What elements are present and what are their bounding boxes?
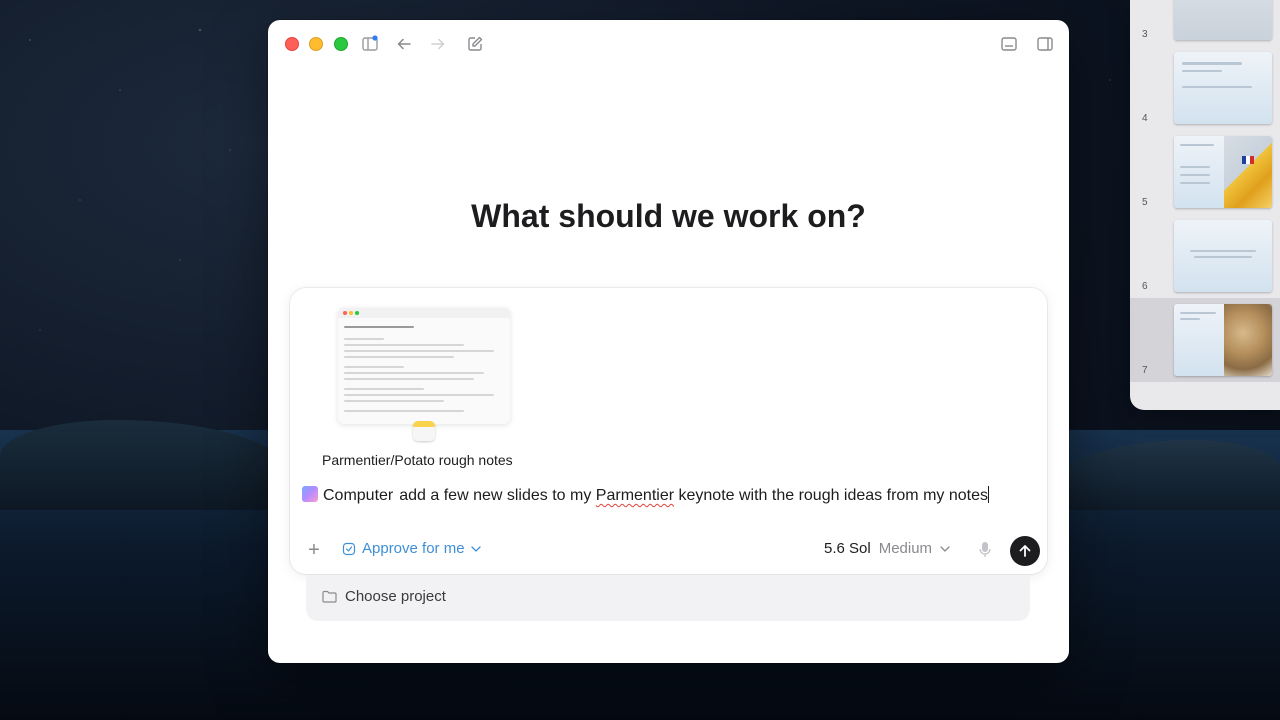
approval-mode-dropdown[interactable]: Approve for me	[342, 540, 481, 557]
prompt-input[interactable]: Computer add a few new slides to my Parme…	[302, 485, 1032, 506]
slide-number: 3	[1142, 29, 1148, 40]
forward-arrow-icon[interactable]	[428, 34, 448, 54]
back-arrow-icon[interactable]	[394, 34, 414, 54]
slide-thumbnail-row-selected[interactable]: 7	[1130, 298, 1280, 382]
reasoning-effort: Medium	[878, 540, 933, 557]
computer-agent-icon	[302, 486, 318, 502]
send-button[interactable]	[1010, 536, 1040, 566]
slide-thumbnail[interactable]	[1174, 220, 1272, 292]
microphone-icon[interactable]	[978, 541, 992, 559]
approval-mode-label: Approve for me	[362, 540, 465, 557]
add-attachment-button[interactable]: +	[304, 540, 324, 560]
folder-icon	[322, 590, 337, 603]
slide-number: 6	[1142, 281, 1148, 292]
compose-icon[interactable]	[465, 34, 485, 54]
model-name: 5.6 Sol	[824, 540, 871, 557]
agent-chip[interactable]: Computer	[323, 487, 393, 504]
close-window-button[interactable]	[285, 37, 299, 51]
slide-thumbnail-row[interactable]: 3	[1130, 0, 1280, 46]
slide-thumbnail-row[interactable]: 6	[1130, 214, 1280, 298]
attachment-preview[interactable]	[338, 308, 510, 424]
slide-number: 5	[1142, 197, 1148, 208]
french-flag-icon	[1242, 156, 1254, 164]
slide-thumbnail-row[interactable]: 4	[1130, 46, 1280, 130]
sidebar-icon[interactable]	[360, 34, 380, 54]
slide-thumbnail[interactable]	[1174, 304, 1272, 376]
minimize-panel-icon[interactable]	[999, 34, 1019, 54]
shield-icon	[342, 542, 356, 555]
model-selector[interactable]: 5.6 Sol Medium	[824, 540, 950, 557]
attachment-title: Parmentier/Potato rough notes	[322, 452, 513, 468]
chevron-down-icon	[940, 545, 950, 552]
choose-project-button[interactable]: Choose project	[322, 588, 446, 605]
slide-number: 7	[1142, 365, 1148, 376]
text-cursor	[987, 486, 990, 503]
slide-thumbnail[interactable]	[1174, 136, 1272, 208]
choose-project-label: Choose project	[345, 588, 446, 605]
project-bar: Choose project	[306, 575, 1030, 621]
assistant-window: What should we work on? Parmentier/Potat…	[268, 20, 1069, 663]
arrow-up-icon	[1019, 545, 1031, 557]
slide-thumbnail[interactable]	[1174, 52, 1272, 124]
notes-app-icon	[413, 421, 435, 441]
minimize-window-button[interactable]	[309, 37, 323, 51]
slide-thumbnail[interactable]	[1174, 0, 1272, 40]
zoom-window-button[interactable]	[334, 37, 348, 51]
slide-thumbnail-row[interactable]: 5	[1130, 130, 1280, 214]
prompt-composer[interactable]: Parmentier/Potato rough notes Computer ad…	[290, 288, 1047, 574]
misspelled-word: Parmentier	[595, 487, 675, 504]
keynote-slide-navigator[interactable]: 3 4 5 6 7	[1130, 0, 1280, 410]
slide-number: 4	[1142, 113, 1148, 124]
chevron-down-icon	[470, 545, 481, 552]
page-title: What should we work on?	[471, 198, 866, 234]
sidebar-right-icon[interactable]	[1035, 34, 1055, 54]
